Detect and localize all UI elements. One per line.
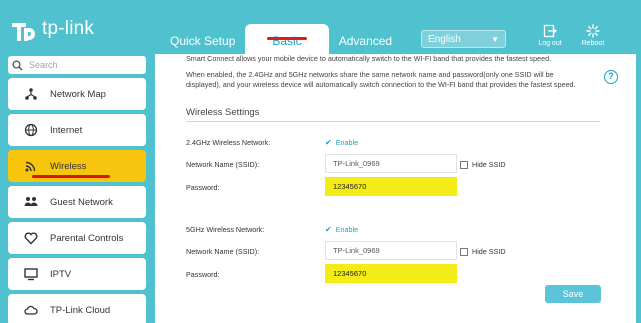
smart-connect-description-3: displayed), and your wireless device wil… xyxy=(186,80,576,89)
band5-hide-ssid-label: Hide SSID xyxy=(472,247,506,256)
band24-ssid-input[interactable]: TP-Link_0969 xyxy=(325,154,457,173)
band24-enable-label: Enable xyxy=(335,138,359,147)
heart-icon xyxy=(24,231,38,245)
language-select[interactable]: English ▼ xyxy=(421,30,506,48)
band24-hide-ssid-label: Hide SSID xyxy=(472,160,506,169)
band5-ssid-label: Network Name (SSID): xyxy=(186,247,260,256)
sidebar-item-iptv[interactable]: IPTV xyxy=(8,258,146,290)
tp-link-logo: tp-link xyxy=(8,14,94,44)
band24-ssid-label: Network Name (SSID): xyxy=(186,160,260,169)
cloud-icon xyxy=(24,303,38,317)
save-button[interactable]: Save xyxy=(545,285,601,303)
logout-label: Log out xyxy=(538,40,562,47)
search-input[interactable]: Search xyxy=(29,60,58,70)
band5-enable-checkbox[interactable]: ✔ Enable xyxy=(325,225,358,234)
checkbox-box xyxy=(460,160,468,169)
checkmark-icon: ✔ xyxy=(325,138,332,147)
sidebar-item-label: IPTV xyxy=(50,268,72,280)
sidebar-item-internet[interactable]: Internet xyxy=(8,114,146,146)
sidebar-item-wireless[interactable]: Wireless xyxy=(8,150,146,182)
section-title: Wireless Settings xyxy=(186,107,260,118)
checkmark-icon: ✔ xyxy=(325,225,332,234)
sidebar-item-label: TP-Link Cloud xyxy=(50,304,111,316)
band24-label: 2.4GHz Wireless Network: xyxy=(186,138,271,147)
band5-password-input[interactable]: 12345670 xyxy=(325,264,457,283)
band24-password-input[interactable]: 12345670 xyxy=(325,177,457,196)
band5-hide-ssid-checkbox[interactable]: Hide SSID xyxy=(460,247,506,256)
reboot-button[interactable]: Reboot xyxy=(575,24,611,47)
wireless-settings-panel: Smart Connect allows your mobile device … xyxy=(155,54,636,323)
search-icon xyxy=(12,59,23,70)
band24-password-label: Password: xyxy=(186,183,220,192)
checkbox-box xyxy=(460,247,468,256)
band5-ssid-input[interactable]: TP-Link_0969 xyxy=(325,241,457,260)
sidebar-item-label: Network Map xyxy=(50,88,106,100)
guest-network-icon xyxy=(24,195,38,209)
tab-quick-setup[interactable]: Quick Setup xyxy=(160,34,245,54)
sidebar-item-label: Guest Network xyxy=(50,196,113,208)
monitor-icon xyxy=(24,267,38,281)
section-divider xyxy=(186,121,600,122)
tab-basic-red-underline xyxy=(267,37,307,40)
tp-link-logo-icon xyxy=(12,23,35,41)
globe-icon xyxy=(24,123,38,137)
band5-label: 5GHz Wireless Network: xyxy=(186,225,265,234)
band24-hide-ssid-checkbox[interactable]: Hide SSID xyxy=(460,160,506,169)
tab-basic[interactable]: Basic xyxy=(245,24,329,54)
help-icon[interactable]: ? xyxy=(604,70,618,84)
reboot-icon xyxy=(586,24,600,38)
sidebar-search[interactable]: Search xyxy=(8,56,146,74)
wifi-icon xyxy=(24,159,38,173)
reboot-label: Reboot xyxy=(581,40,605,47)
brand-name: tp-link xyxy=(42,18,95,39)
logout-button[interactable]: Log out xyxy=(532,24,568,47)
top-tabs: Quick Setup Basic Advanced xyxy=(160,24,402,54)
logout-icon xyxy=(543,24,557,38)
sidebar-nav: Network Map Internet Wireless Guest Netw… xyxy=(8,78,146,323)
sidebar-item-label: Internet xyxy=(50,124,83,136)
sidebar-item-network-map[interactable]: Network Map xyxy=(8,78,146,110)
language-value: English xyxy=(428,33,461,45)
smart-connect-description-2: When enabled, the 2.4GHz and 5GHz networ… xyxy=(186,70,554,79)
sidebar-item-guest-network[interactable]: Guest Network xyxy=(8,186,146,218)
smart-connect-description-1: Smart Connect allows your mobile device … xyxy=(186,54,552,63)
band24-enable-checkbox[interactable]: ✔ Enable xyxy=(325,138,358,147)
band5-enable-label: Enable xyxy=(335,225,359,234)
band5-password-label: Password: xyxy=(186,270,220,279)
sidebar-item-label: Wireless xyxy=(50,160,87,172)
sidebar-item-tp-link-cloud[interactable]: TP-Link Cloud xyxy=(8,294,146,323)
sidebar-item-label: Parental Controls xyxy=(50,232,124,244)
sidebar-item-parental-controls[interactable]: Parental Controls xyxy=(8,222,146,254)
wireless-red-underline xyxy=(32,175,110,178)
tab-advanced[interactable]: Advanced xyxy=(329,34,402,54)
chevron-down-icon: ▼ xyxy=(491,34,499,44)
network-map-icon xyxy=(24,87,38,101)
